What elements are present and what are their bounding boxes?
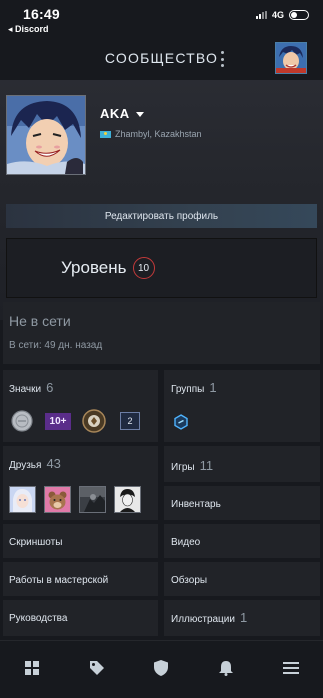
level-badge: 10 (132, 257, 155, 279)
store-icon[interactable] (12, 653, 52, 683)
edit-profile-button[interactable]: Редактировать профиль (6, 204, 317, 228)
status-indicators: 4G (255, 10, 309, 20)
online-status: Не в сети (9, 313, 71, 329)
online-status-panel (3, 302, 320, 364)
artwork-tile[interactable]: Иллюстрации 1 (164, 600, 320, 636)
username-dropdown[interactable]: AKA (100, 106, 144, 121)
level-panel: Уровень 10 (6, 238, 317, 298)
10plus-badge-icon[interactable]: 10+ (45, 410, 71, 432)
badges-label: Значки (9, 384, 42, 395)
avatar-image (7, 96, 85, 174)
signal-icon (255, 11, 267, 19)
level-label: Уровень (61, 258, 127, 277)
profile-avatar[interactable] (6, 95, 86, 175)
artwork-count: 1 (239, 610, 248, 625)
friend-avatar[interactable] (114, 486, 141, 513)
network-label: 4G (271, 10, 284, 20)
games-label: Игры (171, 462, 195, 473)
screenshots-tile[interactable]: Скриншоты (3, 524, 158, 558)
inventory-tile[interactable]: Инвентарь (164, 486, 320, 520)
badges-tile[interactable]: Значки 6 10+ 2 (3, 370, 158, 442)
reviews-label: Обзоры (171, 575, 208, 586)
guides-tile[interactable]: Руководства (3, 600, 158, 636)
silver-coin-badge-icon[interactable] (9, 410, 35, 432)
workshop-label: Работы в мастерской (9, 575, 109, 586)
friends-label: Друзья (9, 460, 42, 471)
friends-tile[interactable]: Друзья 43 (3, 446, 158, 520)
videos-tile[interactable]: Видео (164, 524, 320, 558)
caret-down-icon (135, 112, 144, 117)
artwork-label: Иллюстрации (171, 614, 235, 625)
back-to-app-link[interactable]: ◂ Discord (8, 24, 49, 35)
avatar-image (276, 43, 306, 73)
shield-icon[interactable] (141, 653, 181, 683)
username: AKA (100, 106, 130, 121)
groups-label: Группы (171, 384, 205, 395)
screenshots-label: Скриншоты (9, 537, 63, 548)
friend-avatar[interactable] (9, 486, 36, 513)
level-2-badge-icon[interactable]: 2 (117, 410, 143, 432)
games-count: 11 (199, 458, 214, 473)
badges-count: 6 (46, 380, 54, 395)
workshop-tile[interactable]: Работы в мастерской (3, 562, 158, 596)
guides-label: Руководства (9, 613, 68, 624)
location-text: Zhambyl, Kazakhstan (115, 129, 202, 139)
location: Zhambyl, Kazakhstan (100, 129, 202, 139)
friends-count: 43 (46, 456, 61, 471)
group-icon[interactable] (173, 414, 189, 435)
more-options-icon[interactable] (215, 50, 229, 68)
bell-icon[interactable] (206, 653, 246, 683)
friend-avatar[interactable] (44, 486, 71, 513)
videos-label: Видео (171, 537, 201, 548)
games-tile[interactable]: Игры 11 (164, 446, 320, 482)
medal-badge-icon[interactable] (81, 409, 107, 433)
battery-icon (289, 10, 309, 20)
inventory-label: Инвентарь (171, 499, 221, 510)
header-avatar[interactable] (275, 42, 307, 74)
groups-tile[interactable]: Группы 1 (164, 370, 320, 442)
reviews-tile[interactable]: Обзоры (164, 562, 320, 596)
tag-icon[interactable] (77, 653, 117, 683)
bottom-nav (0, 640, 323, 698)
menu-icon[interactable] (271, 653, 311, 683)
friend-avatar[interactable] (79, 486, 106, 513)
groups-count: 1 (209, 380, 217, 395)
last-online: В сети: 49 дн. назад (9, 340, 103, 351)
status-time: 16:49 (23, 6, 60, 22)
kazakhstan-flag-icon (100, 130, 111, 138)
